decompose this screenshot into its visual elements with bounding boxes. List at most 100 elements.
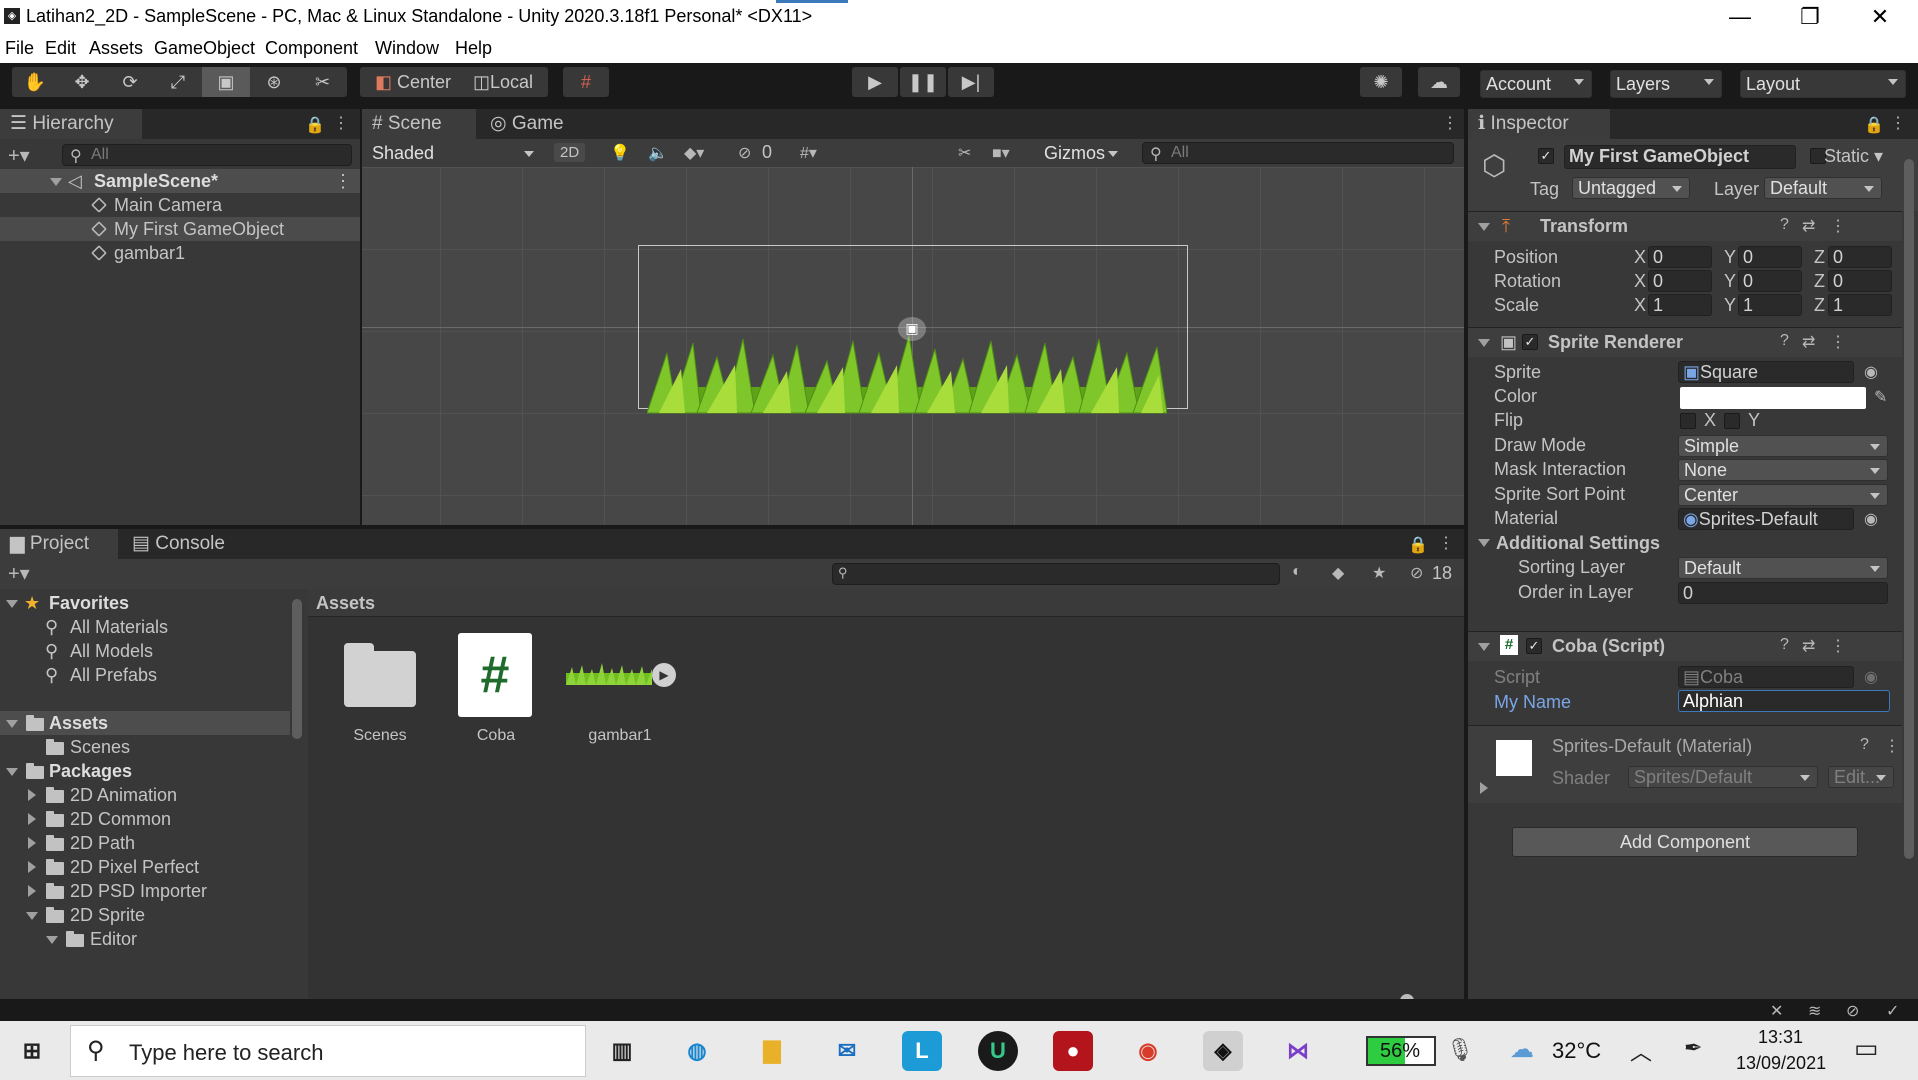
expand-icon[interactable] — [28, 837, 36, 849]
hidden-objects-icon[interactable]: ⊘ — [738, 143, 751, 163]
flip-x-checkbox[interactable] — [1680, 413, 1696, 429]
draw-mode-dropdown[interactable]: Simple — [1678, 435, 1888, 457]
windows-start-icon[interactable]: ⊞ — [12, 1031, 52, 1071]
favorite-star-icon[interactable]: ★ — [1372, 563, 1386, 583]
asset-coba-script[interactable]: # Coba — [454, 633, 534, 744]
more-icon[interactable]: ⋮ — [1890, 113, 1906, 133]
package-row[interactable]: 2D PSD Importer — [0, 879, 290, 903]
more-icon[interactable]: ⋮ — [333, 113, 349, 133]
shader-edit-button[interactable]: Edit... — [1828, 766, 1894, 788]
sort-point-dropdown[interactable]: Center — [1678, 484, 1888, 506]
favorite-item[interactable]: ⚲ All Materials — [0, 615, 290, 639]
help-icon[interactable]: ? — [1780, 216, 1789, 234]
asset-scenes[interactable]: Scenes — [338, 633, 418, 744]
tab-console[interactable]: ▤ Console — [122, 529, 252, 559]
rect-tool-icon[interactable]: ▣ — [202, 67, 250, 97]
pause-button-icon[interactable]: ❚❚ — [900, 67, 946, 97]
weather-icon[interactable]: ☁ — [1510, 1035, 1534, 1064]
filter-type-icon[interactable]: ◐ — [1292, 563, 1302, 581]
transform-tool-icon[interactable]: ⊛ — [250, 67, 298, 97]
account-dropdown[interactable]: Account — [1480, 70, 1592, 98]
collapse-icon[interactable] — [1478, 223, 1490, 231]
layer-dropdown[interactable]: Default — [1764, 177, 1882, 199]
tab-inspector[interactable]: ℹ Inspector — [1468, 109, 1610, 139]
close-button[interactable]: ✕ — [1845, 0, 1915, 35]
coba-script-header[interactable]: # ✓ Coba (Script) ? ⇄ ⋮ — [1468, 631, 1902, 661]
tab-project[interactable]: ▆ Project — [0, 529, 118, 559]
static-dropdown[interactable]: Static ▾ — [1824, 146, 1883, 167]
mic-icon[interactable]: 🎙 — [1446, 1037, 1474, 1063]
visual-studio-icon[interactable]: ⋈ — [1278, 1031, 1318, 1071]
minimize-button[interactable]: — — [1705, 0, 1775, 35]
tab-hierarchy[interactable]: ☰ Hierarchy — [0, 109, 142, 139]
inspector-scrollbar[interactable] — [1904, 159, 1914, 859]
step-button-icon[interactable]: ▶| — [948, 67, 994, 97]
tag-dropdown[interactable]: Untagged — [1572, 177, 1690, 199]
recorder-icon[interactable]: ● — [1053, 1031, 1093, 1071]
package-row[interactable]: Editor — [0, 927, 290, 951]
scene-search-input[interactable]: All — [1142, 142, 1454, 164]
transform-header[interactable]: ⤒ Transform ? ⇄ ⋮ — [1468, 211, 1902, 241]
position-x-field[interactable]: 0 — [1648, 246, 1712, 268]
add-component-button[interactable]: Add Component — [1512, 827, 1858, 857]
audio-icon[interactable]: 🔈 — [648, 143, 668, 163]
package-row[interactable]: 2D Animation — [0, 783, 290, 807]
expand-icon[interactable] — [28, 789, 36, 801]
edge-icon[interactable]: ◍ — [677, 1031, 717, 1071]
filter-label-icon[interactable]: ◆ — [1332, 563, 1344, 583]
rotation-x-field[interactable]: 0 — [1648, 270, 1712, 292]
battery-indicator[interactable]: 56% — [1366, 1036, 1436, 1066]
active-checkbox[interactable]: ✓ — [1538, 148, 1554, 164]
camera-gizmo-icon[interactable]: ▣ — [898, 317, 926, 341]
favorites-row[interactable]: ★ Favorites — [0, 591, 290, 615]
effects-icon[interactable]: ◆▾ — [684, 143, 704, 163]
grid-icon[interactable]: #▾ — [800, 143, 817, 163]
file-explorer-icon[interactable]: ▇ — [752, 1031, 792, 1071]
scene-row[interactable]: ◁ SampleScene* ⋮ — [0, 169, 360, 193]
autogenerate-lighting-icon[interactable]: ⊘ — [1846, 1001, 1859, 1021]
2d-toggle[interactable]: 2D — [554, 143, 586, 162]
layout-dropdown[interactable]: Layout — [1740, 70, 1906, 98]
eyedropper-icon[interactable]: ✎ — [1874, 387, 1887, 407]
menu-help[interactable]: Help — [455, 38, 492, 59]
lock-icon[interactable]: 🔒 — [1408, 535, 1428, 555]
component-menu-icon[interactable]: ⋮ — [1830, 636, 1846, 656]
move-tool-icon[interactable]: ✥ — [58, 67, 106, 97]
scene-viewport[interactable]: ▣ — [362, 167, 1464, 525]
check-icon[interactable]: ✓ — [1886, 1001, 1899, 1021]
object-picker-icon[interactable]: ◉ — [1864, 509, 1878, 529]
component-menu-icon[interactable]: ⋮ — [1830, 332, 1846, 352]
menu-edit[interactable]: Edit — [45, 38, 76, 59]
mail-icon[interactable]: ✉ — [827, 1031, 867, 1071]
scale-y-field[interactable]: 1 — [1738, 294, 1802, 316]
hand-tool-icon[interactable]: ✋ — [12, 67, 58, 97]
package-row[interactable]: 2D Pixel Perfect — [0, 855, 290, 879]
more-icon[interactable]: ⋮ — [1438, 533, 1454, 553]
add-icon[interactable]: +▾ — [8, 561, 30, 586]
expand-arrow-icon[interactable]: ▶ — [652, 663, 676, 687]
expand-icon[interactable] — [26, 912, 38, 920]
component-menu-icon[interactable]: ⋮ — [1830, 216, 1846, 236]
preset-icon[interactable]: ⇄ — [1802, 636, 1815, 656]
position-z-field[interactable]: 0 — [1828, 246, 1892, 268]
favorite-item[interactable]: ⚲ All Models — [0, 639, 290, 663]
menu-assets[interactable]: Assets — [89, 38, 143, 59]
add-icon[interactable]: +▾ — [8, 143, 30, 168]
unity-taskbar-icon[interactable]: ◈ — [1203, 1031, 1243, 1071]
lock-icon[interactable]: 🔒 — [305, 115, 325, 135]
shader-dropdown[interactable]: Sprites/Default — [1628, 766, 1818, 788]
package-row[interactable]: 2D Path — [0, 831, 290, 855]
favorite-item[interactable]: ⚲ All Prefabs — [0, 663, 290, 687]
expand-icon[interactable] — [28, 813, 36, 825]
maximize-button[interactable]: ❐ — [1775, 0, 1845, 35]
collapse-icon[interactable] — [1478, 643, 1490, 651]
rotation-y-field[interactable]: 0 — [1738, 270, 1802, 292]
shading-dropdown[interactable]: Shaded — [366, 142, 542, 164]
scene-expand-icon[interactable] — [50, 178, 62, 186]
scale-z-field[interactable]: 1 — [1828, 294, 1892, 316]
grid-snap-button[interactable]: # — [563, 67, 609, 97]
help-icon[interactable]: ? — [1860, 736, 1869, 754]
hierarchy-item[interactable]: gambar1 — [0, 241, 360, 265]
preset-icon[interactable]: ⇄ — [1802, 216, 1815, 236]
expand-icon[interactable] — [28, 885, 36, 897]
